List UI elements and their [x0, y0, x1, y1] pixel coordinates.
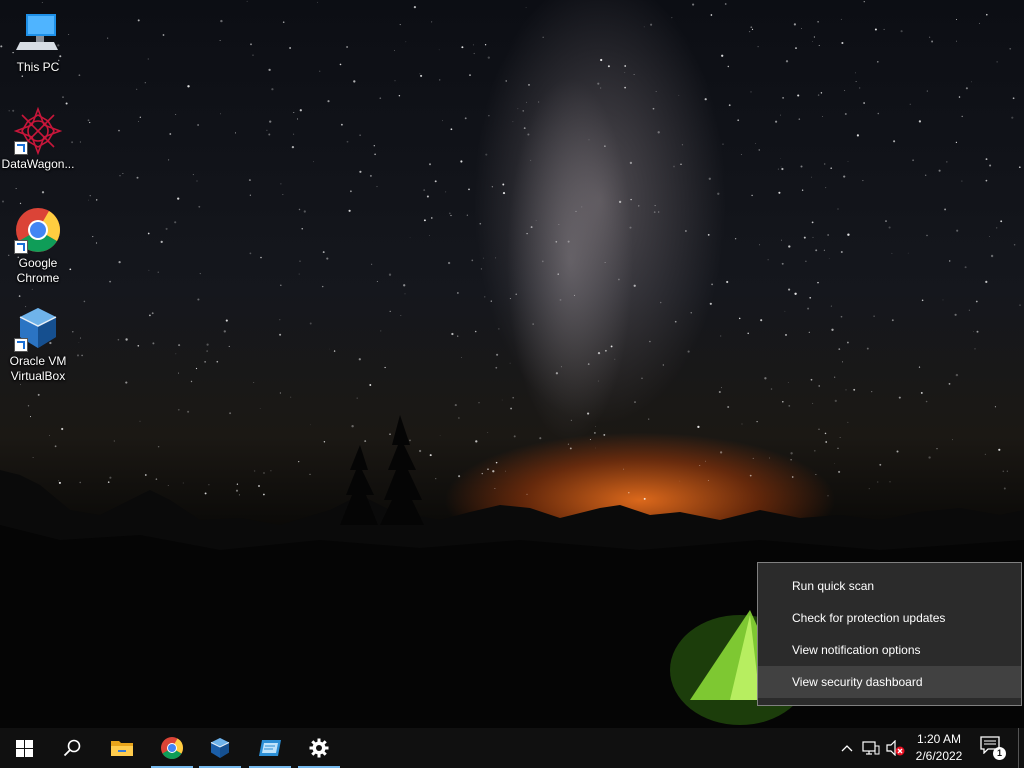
clock-date: 2/6/2022	[915, 749, 963, 763]
datawagon-icon	[13, 106, 63, 156]
chrome-icon	[14, 206, 62, 254]
notification-count-badge: 1	[993, 747, 1006, 760]
action-center-button[interactable]: 1	[980, 736, 1006, 760]
taskbar-file-explorer[interactable]	[98, 728, 146, 768]
computer-icon	[14, 10, 62, 58]
desktop-icon-label: Oracle VM VirtualBox	[9, 354, 67, 383]
volume-control[interactable]	[884, 739, 906, 757]
menu-item-view-security-dashboard[interactable]: View security dashboard	[758, 666, 1021, 698]
app-window-icon	[259, 740, 281, 756]
windows-security-context-menu: Run quick scan Check for protection upda…	[757, 562, 1022, 706]
desktop-icon-label: DataWagon...	[1, 157, 75, 171]
windows-logo-icon	[15, 739, 33, 757]
chrome-icon	[161, 737, 183, 759]
taskbar-virtualbox[interactable]	[196, 728, 244, 768]
chevron-up-icon	[841, 745, 853, 752]
gear-icon	[309, 738, 329, 758]
show-desktop-button[interactable]	[1018, 728, 1024, 768]
desktop-icon-datawagon[interactable]: DataWagon...	[0, 106, 76, 172]
search-button[interactable]	[48, 728, 96, 768]
desktop-icon-oracle-vm-virtualbox[interactable]: Oracle VM VirtualBox	[0, 304, 76, 384]
virtualbox-icon	[14, 304, 62, 352]
menu-item-view-notification-options[interactable]: View notification options	[758, 634, 1021, 666]
menu-item-check-protection-updates[interactable]: Check for protection updates	[758, 602, 1021, 634]
taskbar: 1:20 AM 2/6/2022 1	[0, 728, 1024, 768]
folder-icon	[111, 741, 133, 756]
shortcut-arrow-icon	[14, 141, 28, 155]
taskbar-app[interactable]	[246, 728, 294, 768]
taskbar-clock[interactable]: 1:20 AM 2/6/2022	[906, 731, 972, 765]
shortcut-arrow-icon	[14, 240, 28, 254]
show-hidden-icons-button[interactable]	[839, 739, 855, 757]
desktop-icon-label: Google Chrome	[16, 256, 60, 285]
taskbar-chrome[interactable]	[148, 728, 196, 768]
virtualbox-icon	[210, 738, 230, 758]
desktop-icon-google-chrome[interactable]: Google Chrome	[0, 206, 76, 286]
desktop-icon-this-pc[interactable]: This PC	[0, 10, 76, 75]
clock-time: 1:20 AM	[916, 732, 962, 746]
speaker-muted-icon	[886, 740, 905, 756]
taskbar-settings[interactable]	[295, 728, 343, 768]
desktop-icon-label: This PC	[16, 60, 60, 74]
start-button[interactable]	[0, 728, 48, 768]
network-icon	[862, 741, 880, 755]
menu-item-run-quick-scan[interactable]: Run quick scan	[758, 570, 1021, 602]
shortcut-arrow-icon	[14, 338, 28, 352]
search-icon	[63, 739, 81, 757]
network-status[interactable]	[861, 739, 881, 757]
